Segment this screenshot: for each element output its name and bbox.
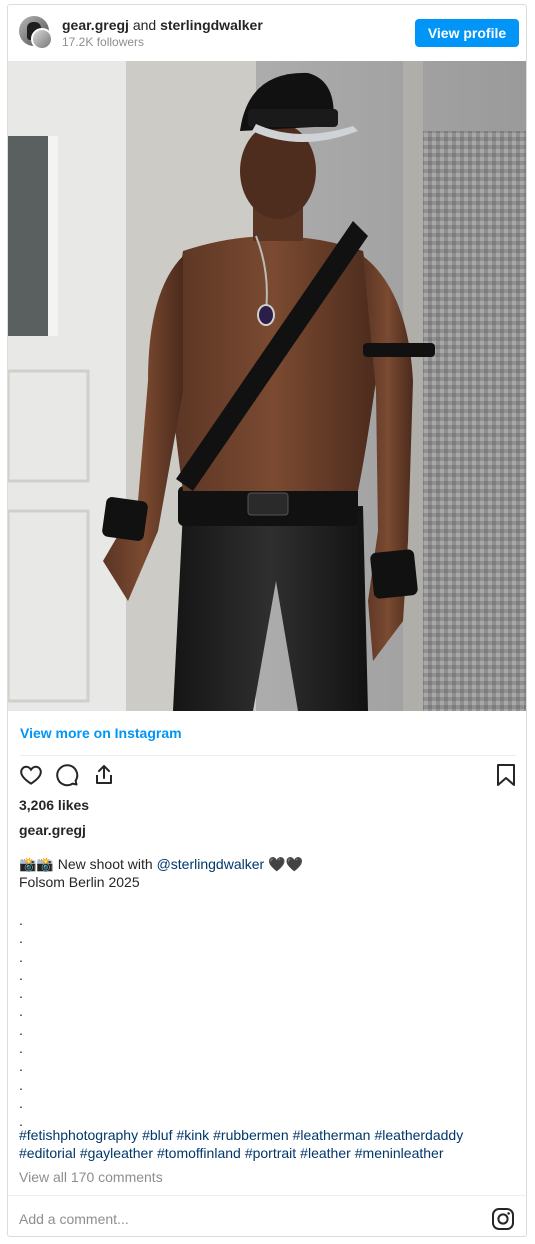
hashtag-link[interactable]: #leatherdaddy: [374, 1127, 463, 1143]
hashtag-link[interactable]: #leatherman: [293, 1127, 371, 1143]
post-header: gear.gregj and sterlingdwalker 17.2K fol…: [8, 5, 526, 61]
hashtag-link[interactable]: #editorial: [19, 1145, 76, 1161]
username-link[interactable]: gear.gregj: [62, 17, 129, 33]
names-connector: and: [132, 17, 157, 33]
caption-line-2: Folsom Berlin 2025: [19, 874, 140, 890]
bookmark-icon[interactable]: [495, 763, 517, 787]
view-all-comments-link[interactable]: View all 170 comments: [19, 1169, 163, 1185]
add-comment-input[interactable]: Add a comment...: [19, 1211, 129, 1227]
likes-count[interactable]: 3,206 likes: [19, 797, 89, 813]
instagram-embed-card: gear.gregj and sterlingdwalker 17.2K fol…: [7, 4, 527, 1237]
hashtag-link[interactable]: #portrait: [245, 1145, 296, 1161]
dot-line: .: [19, 930, 23, 947]
hashtag-link[interactable]: #rubbermen: [213, 1127, 289, 1143]
post-image: [8, 61, 526, 711]
hashtag-link[interactable]: #fetishphotography: [19, 1127, 138, 1143]
hashtag-link[interactable]: #tomoffinland: [157, 1145, 241, 1161]
header-names: gear.gregj and sterlingdwalker: [62, 17, 263, 33]
dot-line: .: [19, 985, 23, 1002]
caption-dots: . . . . . . . . . . . .: [19, 911, 23, 1131]
instagram-icon[interactable]: [491, 1207, 515, 1231]
dot-line: .: [19, 912, 23, 928]
dot-line: .: [19, 1076, 23, 1093]
post-owner[interactable]: gear.gregj: [19, 822, 86, 838]
dot-line: .: [19, 1058, 23, 1075]
hashtag-link[interactable]: #gayleather: [80, 1145, 153, 1161]
caption-mention[interactable]: @sterlingdwalker: [157, 856, 265, 872]
hashtag-link[interactable]: #leather: [300, 1145, 351, 1161]
caption-prefix: 📸📸 New shoot with: [19, 856, 157, 872]
hashtag-link[interactable]: #kink: [176, 1127, 209, 1143]
collaborator-link[interactable]: sterlingdwalker: [160, 17, 263, 33]
view-more-link[interactable]: View more on Instagram: [20, 725, 182, 741]
dot-line: .: [19, 966, 23, 983]
heart-icon[interactable]: [19, 763, 43, 787]
divider: [8, 1195, 526, 1196]
followers-count: 17.2K followers: [62, 35, 145, 49]
dot-line: .: [19, 1040, 23, 1057]
share-icon[interactable]: [92, 763, 116, 787]
dot-line: .: [19, 1003, 23, 1020]
divider: [20, 755, 516, 756]
dot-line: .: [19, 1094, 23, 1111]
hashtag-link[interactable]: #bluf: [142, 1127, 172, 1143]
dot-line: .: [19, 1021, 23, 1038]
hashtag-link[interactable]: #meninleather: [355, 1145, 444, 1161]
avatar-collaborator[interactable]: [31, 28, 53, 50]
action-bar: [8, 763, 526, 793]
caption-suffix: 🖤🖤: [264, 856, 303, 872]
dot-line: .: [19, 948, 23, 965]
caption-line-1: 📸📸 New shoot with @sterlingdwalker 🖤🖤: [19, 855, 515, 873]
hashtags: #fetishphotography #bluf #kink #rubbermen #l…: [19, 1126, 519, 1162]
view-profile-button[interactable]: View profile: [415, 19, 519, 47]
post-photo[interactable]: [8, 61, 526, 711]
caption: 📸📸 New shoot with @sterlingdwalker 🖤🖤 Fo…: [19, 855, 515, 891]
comment-icon[interactable]: [55, 763, 79, 787]
